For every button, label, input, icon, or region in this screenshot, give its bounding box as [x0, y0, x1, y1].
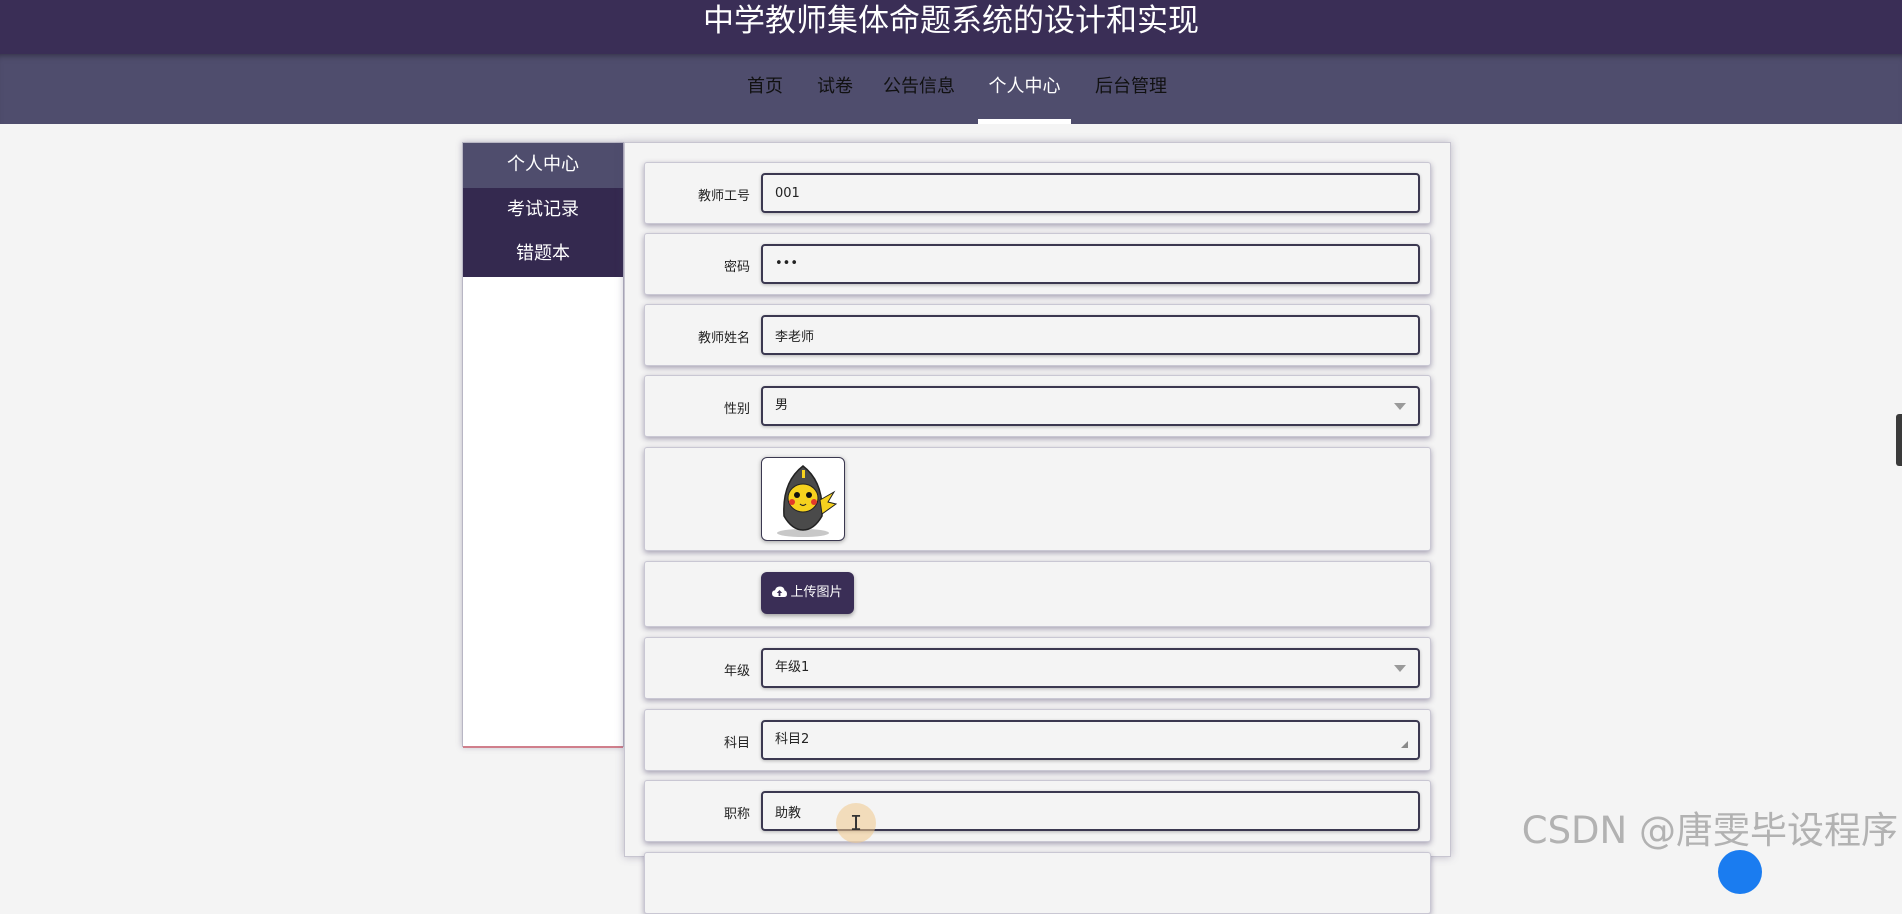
form-row-job-title: 职称: [644, 780, 1431, 842]
form-row-subject: 科目 科目2: [644, 709, 1431, 771]
chevron-down-icon: [1394, 665, 1406, 672]
password-label: 密码: [723, 260, 750, 275]
teacher-name-label: 教师姓名: [697, 331, 750, 346]
scrollbar-handle[interactable]: [1896, 414, 1902, 466]
grade-select-value: 年级1: [775, 660, 810, 675]
subject-select-value: 科目2: [775, 732, 810, 747]
cloud-upload-icon: [772, 586, 788, 597]
gender-label: 性别: [723, 402, 750, 417]
form-row-gender: 性别 男: [644, 375, 1431, 437]
nav-admin[interactable]: 后台管理: [1092, 54, 1170, 124]
avatar-image: [777, 465, 838, 537]
sidebar-item-exam-records[interactable]: 考试记录: [463, 187, 623, 233]
resize-corner-icon: [1401, 741, 1408, 748]
subject-select[interactable]: 科目2: [761, 720, 1420, 760]
teacher-id-label: 教师工号: [697, 189, 750, 204]
password-input[interactable]: •••: [761, 244, 1420, 284]
text-cursor-icon: I: [850, 811, 863, 835]
nav-home[interactable]: 首页: [745, 54, 785, 124]
upload-image-button[interactable]: 上传图片: [761, 572, 854, 614]
subject-label: 科目: [723, 736, 750, 751]
gender-select-value: 男: [775, 398, 789, 413]
teacher-name-input[interactable]: [761, 315, 1420, 355]
sidebar: 个人中心 考试记录 错题本: [462, 142, 624, 748]
top-nav: 首页 试卷 公告信息 个人中心 后台管理: [0, 54, 1902, 124]
mouse-cursor-highlight: I: [836, 803, 876, 843]
sidebar-item-personal-center[interactable]: 个人中心: [463, 143, 623, 188]
sidebar-item-wrong-questions[interactable]: 错题本: [463, 232, 623, 278]
upload-button-label: 上传图片: [790, 585, 843, 600]
site-title: 中学教师集体命题系统的设计和实现: [0, 0, 1902, 54]
gender-select[interactable]: 男: [761, 386, 1420, 426]
nav-personal-center[interactable]: 个人中心: [978, 54, 1071, 124]
job-title-label: 职称: [723, 807, 750, 822]
form-row-grade: 年级 年级1: [644, 637, 1431, 699]
grade-select[interactable]: 年级1: [761, 648, 1420, 688]
form-row-upload: 上传图片: [644, 561, 1431, 627]
avatar-preview: [761, 457, 845, 541]
teacher-id-input[interactable]: [761, 173, 1420, 213]
form-row-avatar: [644, 447, 1431, 551]
nav-announcements[interactable]: 公告信息: [881, 54, 957, 124]
grade-label: 年级: [723, 664, 750, 679]
form-row-teacher-name: 教师姓名: [644, 304, 1431, 366]
chevron-down-icon: [1394, 403, 1406, 410]
watermark: CSDN @唐雯毕设程序: [1521, 809, 1898, 852]
form-row-next: [644, 852, 1431, 914]
form-row-teacher-id: 教师工号: [644, 162, 1431, 224]
form-row-password: 密码 •••: [644, 233, 1431, 295]
nav-exam-papers[interactable]: 试卷: [815, 54, 855, 124]
